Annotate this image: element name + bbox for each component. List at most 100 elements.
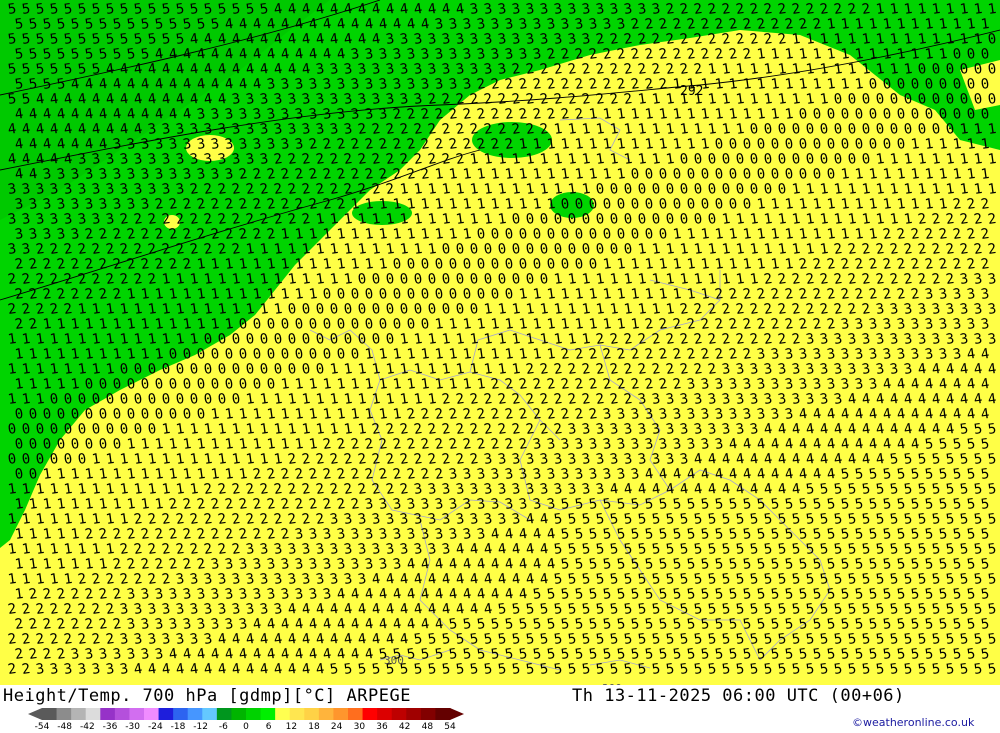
isotherm-digit: 5 bbox=[966, 556, 977, 573]
isotherm-digit: 2 bbox=[665, 361, 676, 378]
isotherm-digit: 1 bbox=[434, 196, 445, 213]
isotherm-digit: 5 bbox=[756, 616, 767, 633]
isotherm-digit: 0 bbox=[630, 226, 641, 243]
isotherm-digit: 2 bbox=[455, 391, 466, 408]
isotherm-digit: 3 bbox=[448, 526, 459, 543]
isotherm-digit: 0 bbox=[224, 346, 235, 363]
isotherm-digit: 3 bbox=[329, 571, 340, 588]
isotherm-digit: 2 bbox=[553, 91, 564, 108]
isotherm-digit: 2 bbox=[14, 616, 25, 633]
isotherm-digit: 0 bbox=[749, 181, 760, 198]
isotherm-digit: 2 bbox=[868, 286, 879, 303]
isotherm-digit: 0 bbox=[315, 331, 326, 348]
isotherm-digit: 3 bbox=[889, 301, 900, 318]
isotherm-digit: 1 bbox=[637, 121, 648, 138]
isotherm-digit: 1 bbox=[714, 226, 725, 243]
isotherm-digit: 1 bbox=[875, 181, 886, 198]
isotherm-digit: 3 bbox=[343, 541, 354, 558]
isotherm-digit: 1 bbox=[238, 436, 249, 453]
isotherm-digit: 4 bbox=[497, 541, 508, 558]
isotherm-digit: 3 bbox=[196, 586, 207, 603]
isotherm-digit: 3 bbox=[602, 466, 613, 483]
isotherm-digit: 1 bbox=[574, 316, 585, 333]
isotherm-digit: 1 bbox=[483, 361, 494, 378]
isotherm-digit: 2 bbox=[343, 481, 354, 498]
isotherm-digit: 3 bbox=[819, 391, 830, 408]
isotherm-digit: 2 bbox=[406, 166, 417, 183]
isotherm-digit: 1 bbox=[315, 271, 326, 288]
isotherm-digit: 1 bbox=[980, 166, 991, 183]
isotherm-digit: 4 bbox=[840, 406, 851, 423]
credit-link[interactable]: ©weatheronline.co.uk bbox=[852, 716, 974, 729]
isotherm-digit: 1 bbox=[203, 421, 214, 438]
isotherm-digit: 5 bbox=[833, 541, 844, 558]
isotherm-digit: 1 bbox=[672, 76, 683, 93]
isotherm-digit: 5 bbox=[805, 481, 816, 498]
isotherm-labels: 5555555555555555555444444444444443333333… bbox=[7, 1, 998, 678]
isotherm-digit: 0 bbox=[315, 361, 326, 378]
isotherm-digit: 3 bbox=[917, 301, 928, 318]
isotherm-digit: 5 bbox=[497, 601, 508, 618]
isotherm-digit: 1 bbox=[273, 301, 284, 318]
isotherm-digit: 5 bbox=[511, 601, 522, 618]
isotherm-digit: 1 bbox=[182, 436, 193, 453]
isotherm-digit: 5 bbox=[980, 526, 991, 543]
isotherm-digit: 1 bbox=[728, 226, 739, 243]
isotherm-digit: 2 bbox=[644, 346, 655, 363]
isotherm-digit: 4 bbox=[749, 451, 760, 468]
isotherm-digit: 5 bbox=[721, 511, 732, 528]
legend-swatch bbox=[187, 708, 203, 720]
isotherm-digit: 1 bbox=[462, 316, 473, 333]
isotherm-digit: 2 bbox=[924, 256, 935, 273]
isotherm-digit: 3 bbox=[672, 436, 683, 453]
isotherm-digit: 0 bbox=[728, 166, 739, 183]
isotherm-digit: 4 bbox=[378, 616, 389, 633]
isotherm-digit: 5 bbox=[959, 421, 970, 438]
isotherm-digit: 3 bbox=[574, 436, 585, 453]
isotherm-digit: 2 bbox=[651, 61, 662, 78]
isotherm-digit: 4 bbox=[756, 436, 767, 453]
isotherm-digit: 2 bbox=[434, 406, 445, 423]
isotherm-digit: 5 bbox=[847, 541, 858, 558]
isotherm-digit: 0 bbox=[770, 166, 781, 183]
isotherm-digit: 1 bbox=[63, 481, 74, 498]
isotherm-digit: 1 bbox=[595, 121, 606, 138]
isotherm-digit: 5 bbox=[672, 646, 683, 663]
isotherm-digit: 2 bbox=[763, 331, 774, 348]
isotherm-digit: 0 bbox=[469, 241, 480, 258]
isotherm-digit: 0 bbox=[784, 136, 795, 153]
isotherm-digit: 3 bbox=[476, 526, 487, 543]
isotherm-digit: 2 bbox=[903, 271, 914, 288]
isotherm-digit: 2 bbox=[63, 631, 74, 648]
isotherm-digit: 2 bbox=[308, 496, 319, 513]
isotherm-digit: 4 bbox=[231, 631, 242, 648]
isotherm-digit: 3 bbox=[686, 406, 697, 423]
isotherm-digit: 1 bbox=[119, 481, 130, 498]
isotherm-digit: 4 bbox=[742, 466, 753, 483]
isotherm-digit: 2 bbox=[497, 91, 508, 108]
isotherm-digit: 3 bbox=[637, 421, 648, 438]
isotherm-digit: 1 bbox=[714, 256, 725, 273]
isotherm-digit: 1 bbox=[434, 226, 445, 243]
isotherm-digit: 3 bbox=[686, 436, 697, 453]
isotherm-digit: 5 bbox=[658, 556, 669, 573]
isotherm-digit: 1 bbox=[98, 496, 109, 513]
isotherm-digit: 1 bbox=[308, 286, 319, 303]
isotherm-digit: 1 bbox=[581, 271, 592, 288]
isotherm-digit: 1 bbox=[112, 496, 123, 513]
isotherm-digit: 1 bbox=[665, 151, 676, 168]
legend-swatch bbox=[202, 708, 218, 720]
isotherm-digit: 5 bbox=[882, 496, 893, 513]
isotherm-digit: 1 bbox=[924, 196, 935, 213]
isotherm-digit: 4 bbox=[182, 646, 193, 663]
isotherm-digit: 3 bbox=[560, 436, 571, 453]
isotherm-digit: 2 bbox=[665, 61, 676, 78]
isotherm-digit: 1 bbox=[14, 586, 25, 603]
isotherm-digit: 1 bbox=[322, 406, 333, 423]
isotherm-digit: 1 bbox=[889, 181, 900, 198]
isotherm-digit: 2 bbox=[322, 496, 333, 513]
isotherm-digit: 1 bbox=[448, 376, 459, 393]
isotherm-digit: 2 bbox=[322, 466, 333, 483]
isotherm-digit: 1 bbox=[154, 436, 165, 453]
isotherm-digit: 0 bbox=[238, 376, 249, 393]
